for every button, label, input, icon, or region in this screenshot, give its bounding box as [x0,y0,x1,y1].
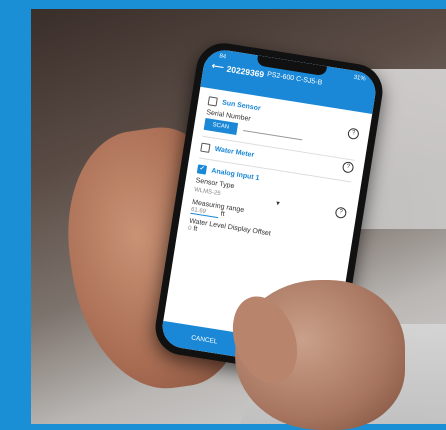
device-serial: 20229369 [225,63,265,80]
offset-input[interactable]: 0 [188,226,192,232]
scan-button[interactable]: SCAN [203,117,238,135]
measuring-range-unit: ft [220,210,226,219]
help-icon[interactable]: ? [341,161,355,174]
settings-form: Sun Sensor Serial Number ? SCAN Water Me… [177,87,372,259]
back-icon[interactable]: ⟵ [211,60,225,73]
offset-unit: ft [192,225,198,233]
blue-frame-left [0,0,31,424]
help-icon[interactable]: ? [334,206,348,220]
status-left: 84 [218,53,227,61]
blue-frame-top [0,0,446,9]
analog-input-checkbox[interactable]: ✓ [196,164,208,175]
sensor-type-select[interactable]: WLMS-25 [194,187,221,197]
water-meter-section[interactable]: Water Meter [200,142,255,160]
help-icon[interactable]: ? [347,127,360,141]
measuring-range-input[interactable]: 61.69 [190,206,220,219]
sun-sensor-checkbox[interactable] [207,96,218,107]
water-meter-checkbox[interactable] [200,142,211,153]
dropdown-arrow-icon[interactable]: ▾ [276,199,281,207]
water-meter-label: Water Meter [214,145,255,159]
